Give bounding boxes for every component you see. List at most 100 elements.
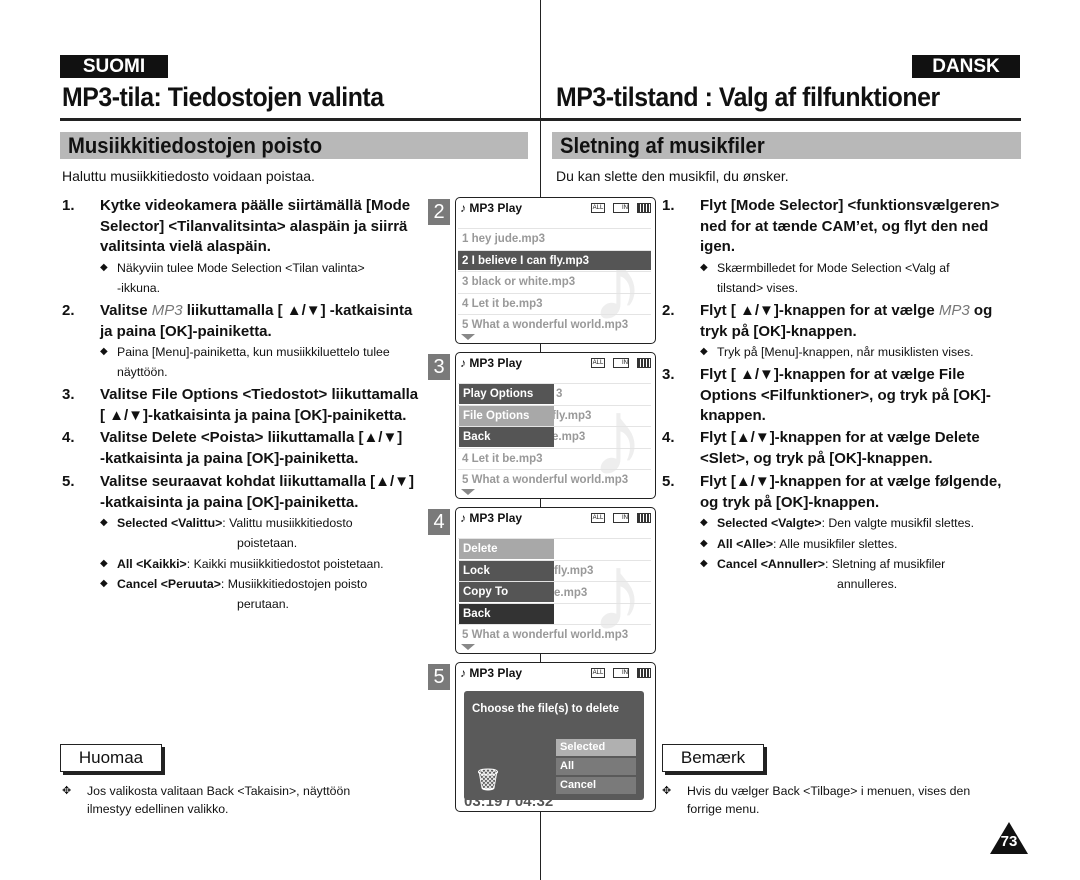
step-line: Flyt [▲/▼]-knappen for at vælge Delete [700,429,980,446]
step-line: igen. [700,238,736,255]
internal-memory-icon: IN [613,358,629,368]
internal-memory-icon: IN [613,203,629,213]
bullet-line: poistetaan. [237,536,298,550]
file-list-item[interactable]: 5 What a wonderful world.mp3 [458,624,651,644]
note-fi: ✥ Jos valikosta valitaan Back <Takaisin>… [62,784,351,816]
diamond-bullet-icon: ◆ [700,346,708,357]
page-title-da: MP3-tilstand : Valg af filfunktioner [556,82,940,112]
music-note-icon: ♪ [460,356,470,370]
file-name: 5 What a wonderful world.mp3 [462,474,629,486]
bullet-line: Tryk på [Menu]-knappen, når musiklisten … [717,345,974,359]
step-line: valitsinta vielä alaspäin. [100,238,271,255]
option-all[interactable]: All [556,758,636,775]
file-list-item[interactable]: 1 hey jude.mp3 [458,228,651,248]
menu-item-delete[interactable]: Delete [459,539,554,559]
menu-item-copy-to[interactable]: Copy To [459,582,554,602]
bullet-text: All <Kaikki>: Kaikki musiikkitiedostot p… [117,554,384,574]
file-list-item[interactable]: 3 black or white.mp3 [458,271,651,291]
menu-item-lock[interactable]: Lock [459,560,554,581]
step-line: Flyt [▲/▼]-knappen for at vælge følgende… [700,473,1002,490]
file-list-item[interactable]: 5 What a wonderful world.mp3 [458,469,651,489]
menu-item-file-options[interactable]: File Options [459,405,554,426]
bullet-text: Cancel <Peruuta>: Musiikkitiedostojen po… [117,574,367,614]
bullet-term: Selected <Valgte> [717,516,822,530]
battery-icon [637,203,651,213]
menu-item-play-options[interactable]: Play Options [459,384,554,404]
file-name-partial: fly.mp3 [554,565,594,577]
scroll-down-arrow-icon[interactable] [461,644,475,650]
step-line: Flyt [ ▲/▼]-knappen for at vælge File [700,366,965,383]
file-list-item[interactable]: 2 I believe I can fly.mp3 [458,249,651,270]
step-text: Flyt [▲/▼]-knappen for at vælge følgende… [700,472,1040,513]
file-name: 2 I believe I can fly.mp3 [462,254,589,267]
bullet-term: Cancel <Peruuta> [117,577,221,591]
file-name: 5 What a wonderful world.mp3 [462,629,629,641]
step-number-badge: 4 [428,509,450,535]
file-name: 4 Let it be.mp3 [462,452,543,465]
bullet-text: Cancel <Annuller>: Sletning af musikfile… [717,554,945,594]
screen-title: MP3 Play [469,356,523,370]
status-icons: ALL IN [591,513,651,523]
step-line: Kytke videokamera päälle siirtämällä [Mo… [100,197,411,214]
step-text: Flyt [Mode Selector] <funktionsvælgeren>… [700,196,1040,258]
step-line: Selector] <Tilanvalitsinta> alaspäin ja … [100,217,408,235]
step-number: 1. [662,197,675,214]
step-text: Valitse File Options <Tiedostot> liikutt… [100,385,440,426]
note-label-fi: Huomaa [60,744,162,772]
step-line: ned for at tænde CAM’et, og flyt den ned [700,217,989,235]
file-name: 4 Let it be.mp3 [462,297,543,310]
screen-header: ♪ MP3 Play [460,201,522,215]
step-number: 4. [62,429,75,446]
battery-icon [637,668,651,678]
file-name-partial: e.mp3 [552,431,586,443]
bullet-text: Skærmbilledet for Mode Selection <Valg a… [717,258,950,298]
option-selected[interactable]: Selected [556,739,636,756]
step-number: 2. [62,302,75,319]
intro-da: Du kan slette den musikfil, du ønsker. [556,168,789,184]
step-line: Flyt [Mode Selector] <funktionsvælgeren> [700,197,1000,214]
note-label-da: Bemærk [662,744,764,772]
file-name-partial: e.mp3 [554,586,588,599]
file-name: 3 black or white.mp3 [462,276,576,288]
bullet-text: All <Alle>: Alle musikfiler slettes. [717,534,897,554]
scroll-down-arrow-icon[interactable] [461,334,475,340]
step-number: 2. [662,302,675,319]
trash-icon: 🗑 [474,767,502,792]
bullet-text: Tryk på [Menu]-knappen, når musiklisten … [717,342,974,362]
battery-icon [637,513,651,523]
scroll-down-arrow-icon[interactable] [461,489,475,495]
file-list-item[interactable]: 4 Let it be.mp3 [458,447,651,468]
bullet-line: näyttöön. [117,365,168,379]
step-line: Valitse Delete <Poista> liikuttamalla [▲… [100,429,403,446]
note-da: ✥ Hvis du vælger Back <Tilbage> i menuen… [662,784,971,816]
language-label-dansk: DANSK [912,55,1020,78]
note-bullet-icon: ✥ [62,785,72,797]
diamond-bullet-icon: ◆ [700,262,708,273]
menu-item-back[interactable]: Back [459,427,554,447]
music-note-icon: ♪ [460,666,470,680]
battery-icon [637,358,651,368]
step-number: 4. [662,429,675,446]
bullet-line: tilstand> vises. [717,281,798,295]
step-line: -katkaisinta ja paina [OK]-painiketta. [100,449,359,467]
bullet-text: Näkyviin tulee Mode Selection <Tilan val… [117,258,365,298]
step-text: Kytke videokamera päälle siirtämällä [Mo… [100,196,440,258]
bullet-desc: : Kaikki musiikkitiedostot poistetaan. [186,557,384,571]
bullet-term: Selected <Valittu> [117,516,223,530]
intro-fi: Haluttu musiikkitiedosto voidaan poistaa… [62,168,315,184]
bullet-desc: : Valittu musiikkitiedosto [222,516,353,530]
file-name: 5 What a wonderful world.mp3 [462,319,629,331]
bullet-text: Paina [Menu]-painiketta, kun musiikkilue… [117,342,390,382]
diamond-bullet-icon: ◆ [100,558,108,569]
step-line: Valitse seuraavat kohdat liikuttamalla [… [100,473,414,490]
menu-item-back[interactable]: Back [459,603,554,624]
screen-s2: ♪ ♪ MP3 Play ALL IN 1 hey jude.mp3 2 I believ… [455,197,656,344]
file-list-item[interactable]: 4 Let it be.mp3 [458,292,651,313]
file-list-item[interactable]: 5 What a wonderful world.mp3 [458,314,651,334]
section-heading-fi: Musiikkitiedostojen poisto [60,132,528,159]
screen-s3: ♪ ♪ MP3 Play ALL IN 4 Let it be.mp3 5 What a … [455,352,656,499]
screen-title: MP3 Play [469,201,523,215]
step-line: Options <Filfunktioner>, og tryk på [OK]… [700,386,991,404]
option-cancel[interactable]: Cancel [556,777,636,794]
screen-title: MP3 Play [469,511,523,525]
